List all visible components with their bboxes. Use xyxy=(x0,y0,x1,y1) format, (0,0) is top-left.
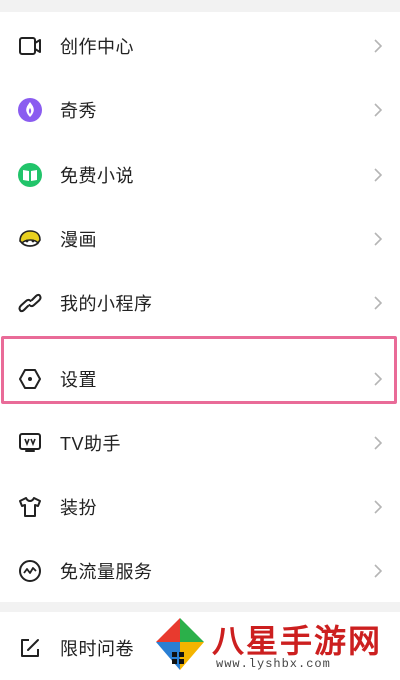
chevron-right-icon xyxy=(372,562,384,580)
top-separator xyxy=(0,0,400,12)
chevron-right-icon xyxy=(372,166,384,184)
menu-item-label: 设置 xyxy=(60,370,97,390)
chevron-right-icon xyxy=(372,498,384,516)
menu-item-label: 我的小程序 xyxy=(60,294,153,314)
data-icon xyxy=(17,558,43,584)
menu-item-settings[interactable]: 设置 xyxy=(0,349,400,409)
link-icon xyxy=(17,290,43,316)
comic-icon xyxy=(17,226,43,252)
menu-item-label: 限时问卷 xyxy=(60,639,134,659)
menu-item-free-novels[interactable]: 免费小说 xyxy=(0,145,400,205)
menu-item-creator-center[interactable]: 创作中心 xyxy=(0,16,400,76)
chevron-right-icon xyxy=(372,370,384,388)
watermark-title: 八星手游网 xyxy=(212,623,383,659)
edit-icon xyxy=(17,635,43,661)
watermark-logo-icon xyxy=(152,614,208,676)
menu-item-free-data-service[interactable]: 免流量服务 xyxy=(0,541,400,601)
menu-item-tv-assistant[interactable]: TV助手 xyxy=(0,413,400,473)
menu-item-comics[interactable]: 漫画 xyxy=(0,209,400,269)
menu-item-dress-up[interactable]: 装扮 xyxy=(0,477,400,537)
menu-item-label: 免流量服务 xyxy=(60,562,153,582)
menu-item-qixiu[interactable]: 奇秀 xyxy=(0,80,400,140)
chevron-right-icon xyxy=(372,294,384,312)
menu-item-mini-programs[interactable]: 我的小程序 xyxy=(0,273,400,333)
chevron-right-icon xyxy=(372,434,384,452)
video-icon xyxy=(17,33,43,59)
chevron-right-icon xyxy=(372,101,384,119)
menu-item-label: 漫画 xyxy=(60,230,97,250)
book-icon xyxy=(17,162,43,188)
menu-item-label: TV助手 xyxy=(60,434,122,454)
menu-item-label: 奇秀 xyxy=(60,101,97,121)
shirt-icon xyxy=(17,494,43,520)
menu-item-label: 免费小说 xyxy=(60,166,134,186)
flame-icon xyxy=(17,97,43,123)
chevron-right-icon xyxy=(372,37,384,55)
settings-icon xyxy=(17,366,43,392)
tv-icon xyxy=(17,430,43,456)
menu-item-label: 装扮 xyxy=(60,498,97,518)
watermark: 八星手游网 www.lyshbx.com xyxy=(150,610,400,680)
chevron-right-icon xyxy=(372,230,384,248)
watermark-url: www.lyshbx.com xyxy=(216,657,331,671)
menu-item-label: 创作中心 xyxy=(60,37,134,57)
